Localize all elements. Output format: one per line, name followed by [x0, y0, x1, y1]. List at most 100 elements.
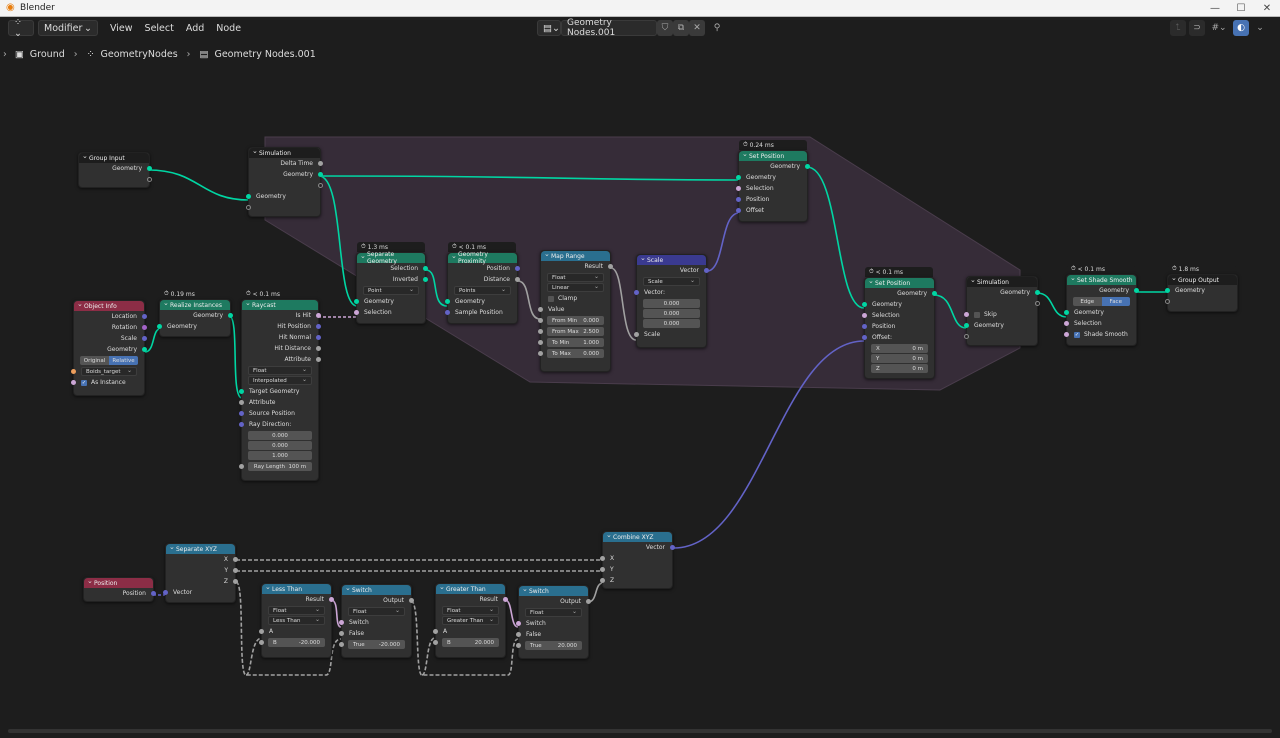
node-header[interactable]: Set Shade Smooth [1067, 274, 1136, 285]
socket-attribute[interactable] [239, 400, 244, 405]
socket-attribute[interactable] [316, 357, 321, 362]
node-object-info[interactable]: Object Info Location Rotation Scale Geom… [71, 300, 147, 396]
node-header[interactable]: Separate Geometry [357, 251, 425, 265]
vector-z[interactable]: 0.000 [643, 319, 700, 328]
socket-location[interactable] [142, 314, 147, 319]
option-relative[interactable]: Relative [109, 356, 138, 365]
socket-geometry[interactable] [736, 175, 741, 180]
socket-vector[interactable] [704, 268, 709, 273]
socket-is-hit[interactable] [316, 313, 321, 318]
node-separate-xyz[interactable]: Separate XYZ X Y Z Vector [163, 543, 238, 603]
socket-empty[interactable] [318, 183, 323, 188]
node-simulation-input[interactable]: Simulation Delta Time Geometry Geometry [246, 147, 323, 217]
node-header[interactable]: Separate XYZ [166, 543, 235, 554]
ray-direction-x[interactable]: 0.000 [248, 431, 312, 440]
node-group-output[interactable]: Group Output Geometry [1165, 274, 1238, 312]
ray-direction-y[interactable]: 0.000 [248, 441, 312, 450]
node-switch[interactable]: Switch Output Float Switch False True20.… [516, 585, 591, 659]
node-header[interactable]: Switch [519, 585, 588, 596]
socket-skip[interactable] [964, 312, 969, 317]
socket-b[interactable] [433, 640, 438, 645]
operation-dropdown[interactable]: Greater Than [442, 616, 499, 625]
socket-geometry[interactable] [246, 194, 251, 199]
socket-geometry[interactable] [445, 299, 450, 304]
socket-value[interactable] [538, 307, 543, 312]
socket-geometry[interactable] [964, 323, 969, 328]
socket-geometry[interactable] [805, 164, 810, 169]
socket-output[interactable] [409, 598, 414, 603]
data-type-dropdown[interactable]: Float [442, 606, 499, 615]
socket-geometry[interactable] [1064, 310, 1069, 315]
node-header[interactable]: Set Position [739, 150, 807, 161]
socket-true[interactable] [339, 642, 344, 647]
socket-vector[interactable] [163, 590, 168, 595]
node-set-position[interactable]: Set Position Geometry Geometry Selection… [862, 277, 937, 379]
socket-target-geometry[interactable] [239, 389, 244, 394]
option-edge[interactable]: Edge [1073, 297, 1102, 306]
socket-b[interactable] [259, 640, 264, 645]
socket-selection[interactable] [1064, 321, 1069, 326]
to-max-field[interactable]: To Max 0.000 [547, 349, 604, 358]
socket-switch[interactable] [339, 620, 344, 625]
socket-inverted[interactable] [423, 277, 428, 282]
node-greater-than[interactable]: Greater Than Result Float Greater Than A… [433, 583, 508, 658]
vector-x[interactable]: 0.000 [643, 299, 700, 308]
node-raycast[interactable]: Raycast Is Hit Hit Position Hit Normal H… [239, 299, 321, 481]
operation-dropdown[interactable]: Scale [643, 277, 700, 286]
socket-to-max[interactable] [538, 351, 543, 356]
node-header[interactable]: Switch [342, 584, 411, 595]
socket-empty[interactable] [964, 334, 969, 339]
socket-true[interactable] [516, 643, 521, 648]
socket-a[interactable] [259, 629, 264, 634]
socket-scale[interactable] [634, 332, 639, 337]
node-header[interactable]: Greater Than [436, 583, 505, 594]
socket-result[interactable] [608, 264, 613, 269]
node-header[interactable]: Group Output [1168, 274, 1237, 285]
socket-offset[interactable] [862, 335, 867, 340]
node-separate-geometry[interactable]: Separate Geometry Selection Inverted Poi… [354, 251, 428, 324]
data-type-dropdown[interactable]: Float [348, 607, 405, 616]
as-instance-checkbox[interactable]: ✓ [81, 379, 87, 386]
node-header[interactable]: Realize Instances [160, 299, 230, 310]
data-type-dropdown[interactable]: Float [268, 606, 325, 615]
socket-delta-time[interactable] [318, 161, 323, 166]
socket-geometry[interactable] [318, 172, 323, 177]
node-less-than[interactable]: Less Than Result Float Less Than A B-20.… [259, 583, 334, 658]
node-header[interactable]: Less Than [262, 583, 331, 594]
socket-result[interactable] [329, 597, 334, 602]
socket-empty[interactable] [147, 177, 152, 182]
socket-output[interactable] [586, 599, 591, 604]
socket-selection[interactable] [736, 186, 741, 191]
ray-direction-z[interactable]: 1.000 [248, 451, 312, 460]
node-combine-xyz[interactable]: Combine XYZ Vector X Y Z [600, 531, 675, 589]
socket-false[interactable] [339, 631, 344, 636]
node-header[interactable]: Set Position [865, 277, 934, 288]
socket-to-min[interactable] [538, 340, 543, 345]
offset-y[interactable]: Y0 m [871, 354, 928, 363]
socket-from-max[interactable] [538, 329, 543, 334]
true-field[interactable]: True 20.000 [525, 641, 582, 650]
offset-z[interactable]: Z0 m [871, 364, 928, 373]
socket-position[interactable] [736, 197, 741, 202]
node-header[interactable]: Map Range [541, 250, 610, 261]
socket-position[interactable] [515, 266, 520, 271]
offset-x[interactable]: X0 m [871, 344, 928, 353]
socket-rotation[interactable] [142, 325, 147, 330]
socket-ray-direction[interactable] [239, 422, 244, 427]
node-group-input[interactable]: Group Input Geometry [78, 152, 152, 188]
socket-geometry[interactable] [142, 347, 147, 352]
socket-empty[interactable] [1035, 301, 1040, 306]
socket-vector[interactable] [670, 545, 675, 550]
clamp-checkbox[interactable] [548, 295, 554, 302]
socket-hit-normal[interactable] [316, 335, 321, 340]
node-simulation-output[interactable]: Simulation Geometry Skip Geometry [964, 276, 1040, 346]
node-set-shade-smooth[interactable]: Set Shade Smooth Geometry Edge Face Geom… [1064, 274, 1139, 346]
socket-position[interactable] [862, 324, 867, 329]
shade-smooth-checkbox[interactable]: ✓ [1074, 331, 1080, 338]
socket-scale[interactable] [142, 336, 147, 341]
node-vector-scale[interactable]: Scale Vector Scale Vector: 0.000 0.000 0… [634, 254, 709, 348]
socket-result[interactable] [503, 597, 508, 602]
socket-from-min[interactable] [538, 318, 543, 323]
node-header[interactable]: Scale [637, 254, 706, 265]
data-type-dropdown[interactable]: Float [525, 608, 582, 617]
